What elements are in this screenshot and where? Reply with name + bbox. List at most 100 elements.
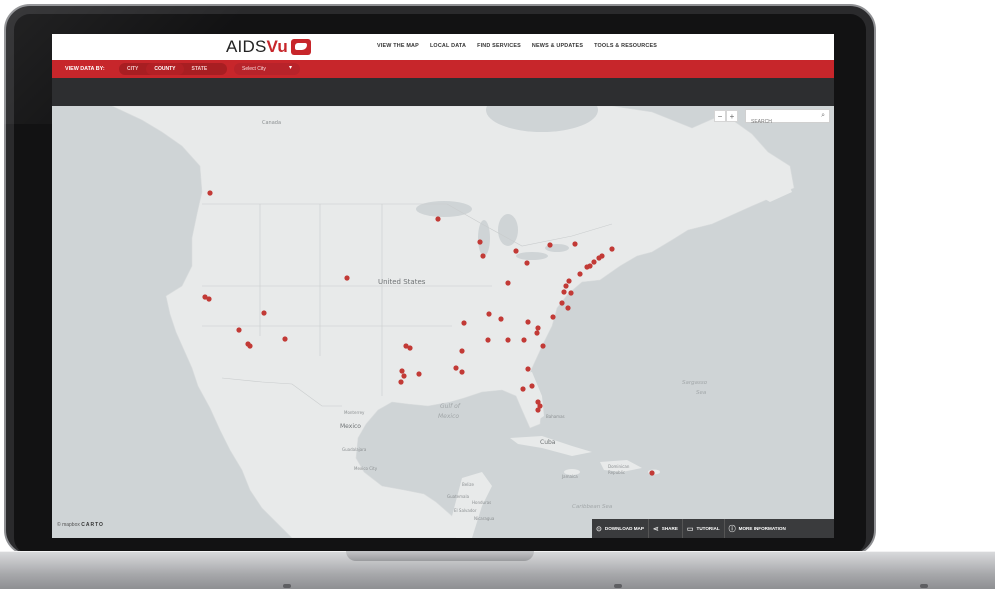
- nav-find-services[interactable]: FIND SERVICES: [477, 43, 521, 49]
- label-guatemala: Guatemala: [447, 494, 470, 499]
- map-toolbar: ⊙ DOWNLOAD MAP ⋖ SHARE ▭ TUTORIAL ⓘ MORE…: [592, 519, 834, 538]
- map-marker[interactable]: [282, 336, 288, 342]
- map-marker[interactable]: [480, 253, 486, 259]
- select-city-value: Select City: [242, 66, 266, 72]
- map-marker[interactable]: [559, 300, 565, 306]
- map-marker[interactable]: [584, 264, 590, 270]
- nav-view-the-map[interactable]: VIEW THE MAP: [377, 43, 419, 49]
- map-marker[interactable]: [525, 366, 531, 372]
- map-marker[interactable]: [568, 290, 574, 296]
- map-marker[interactable]: [344, 275, 350, 281]
- map-marker[interactable]: [572, 241, 578, 247]
- map-marker[interactable]: [206, 296, 212, 302]
- map-marker[interactable]: [401, 373, 407, 379]
- download-map-label: DOWNLOAD MAP: [604, 526, 644, 531]
- map-marker[interactable]: [453, 365, 459, 371]
- map-marker[interactable]: [505, 337, 511, 343]
- map-marker[interactable]: [534, 330, 540, 336]
- label-mexico-city: Mexico City: [354, 466, 378, 471]
- map-marker[interactable]: [485, 337, 491, 343]
- map-marker[interactable]: [459, 348, 465, 354]
- map-marker[interactable]: [547, 242, 553, 248]
- download-map-button[interactable]: ⊙ DOWNLOAD MAP: [592, 519, 649, 538]
- label-sargasso: Sargasso: [682, 380, 708, 386]
- nav-local-data[interactable]: LOCAL DATA: [430, 43, 466, 49]
- map-marker[interactable]: [505, 280, 511, 286]
- map-marker[interactable]: [520, 386, 526, 392]
- map-marker[interactable]: [261, 310, 267, 316]
- map-marker[interactable]: [407, 345, 413, 351]
- map-marker[interactable]: [649, 470, 655, 476]
- map-marker[interactable]: [535, 407, 541, 413]
- share-label: SHARE: [661, 526, 678, 531]
- map-marker[interactable]: [477, 239, 483, 245]
- map-marker[interactable]: [535, 325, 541, 331]
- zoom-out-button[interactable]: −: [714, 110, 726, 122]
- map-marker[interactable]: [565, 305, 571, 311]
- toggle-county[interactable]: COUNTY: [146, 63, 184, 75]
- search-icon[interactable]: ⌕: [821, 112, 825, 120]
- tutorial-button[interactable]: ▭ TUTORIAL: [683, 519, 725, 538]
- map-marker[interactable]: [540, 343, 546, 349]
- map-marker[interactable]: [591, 259, 597, 265]
- share-button[interactable]: ⋖ SHARE: [649, 519, 683, 538]
- zoom-in-button[interactable]: +: [726, 110, 738, 122]
- logo-text: AIDSVu: [226, 37, 288, 57]
- label-sargasso-sea: Sea: [696, 390, 707, 396]
- laptop-foot: [614, 584, 622, 588]
- map-marker[interactable]: [399, 368, 405, 374]
- view-data-by-label: VIEW DATA BY:: [65, 66, 105, 72]
- toggle-state[interactable]: STATE: [184, 63, 216, 75]
- label-dominican: Dominican: [608, 464, 630, 469]
- map-marker[interactable]: [247, 343, 253, 349]
- map-marker[interactable]: [609, 246, 615, 252]
- map-canvas[interactable]: Canada United States Mexico Monterrey Gu…: [52, 106, 834, 538]
- map-marker[interactable]: [577, 271, 583, 277]
- map-marker[interactable]: [529, 383, 535, 389]
- filter-bar: VIEW DATA BY: CITY COUNTY STATE Select C…: [52, 60, 834, 78]
- share-icon: ⋖: [652, 525, 659, 533]
- label-belize: Belize: [462, 482, 475, 487]
- map-marker[interactable]: [513, 248, 519, 254]
- map-marker[interactable]: [521, 337, 527, 343]
- info-icon: ⓘ: [728, 525, 736, 533]
- label-gulf-mexico: Mexico: [438, 413, 459, 420]
- map-marker[interactable]: [566, 278, 572, 284]
- logo-text-aids: AIDS: [226, 37, 267, 56]
- map-marker[interactable]: [459, 369, 465, 375]
- map-marker[interactable]: [550, 314, 556, 320]
- map-marker[interactable]: [435, 216, 441, 222]
- label-bahamas: Bahamas: [546, 414, 565, 419]
- map-marker[interactable]: [498, 316, 504, 322]
- label-cuba: Cuba: [540, 439, 556, 446]
- map-marker[interactable]: [525, 319, 531, 325]
- map-marker[interactable]: [461, 320, 467, 326]
- mapbox-logo[interactable]: © mapbox: [57, 522, 80, 528]
- map-marker[interactable]: [236, 327, 242, 333]
- screen: AIDSVu VIEW THE MAP LOCAL DATA FIND SERV…: [52, 34, 834, 538]
- map-marker[interactable]: [524, 260, 530, 266]
- label-honduras: Honduras: [472, 500, 491, 505]
- main-nav: VIEW THE MAP LOCAL DATA FIND SERVICES NE…: [377, 43, 657, 49]
- label-gulf: Gulf of: [440, 403, 461, 410]
- more-information-button[interactable]: ⓘ MORE INFORMATION: [725, 519, 790, 538]
- nav-tools-resources[interactable]: TOOLS & RESOURCES: [594, 43, 657, 49]
- map-marker[interactable]: [416, 371, 422, 377]
- map-marker[interactable]: [207, 190, 213, 196]
- map-marker[interactable]: [596, 255, 602, 261]
- map-marker[interactable]: [486, 311, 492, 317]
- map-marker[interactable]: [398, 379, 404, 385]
- label-nicaragua: Nicaragua: [474, 516, 495, 521]
- search-input[interactable]: [746, 116, 817, 128]
- aidsvu-logo[interactable]: AIDSVu: [226, 37, 311, 57]
- map-marker[interactable]: [563, 283, 569, 289]
- map-marker[interactable]: [561, 289, 567, 295]
- tutorial-icon: ▭: [686, 525, 694, 533]
- download-icon: ⊙: [596, 525, 602, 533]
- nav-news-updates[interactable]: NEWS & UPDATES: [532, 43, 583, 49]
- select-city-dropdown[interactable]: Select City ▾: [234, 63, 300, 75]
- label-el-salvador: El Salvador: [454, 508, 477, 513]
- carto-logo[interactable]: CARTO: [81, 522, 104, 528]
- map-search: ⌕: [745, 109, 830, 128]
- toggle-city[interactable]: CITY: [119, 63, 146, 75]
